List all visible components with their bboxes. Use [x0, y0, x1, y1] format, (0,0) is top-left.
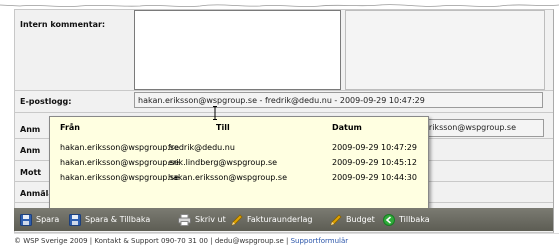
- save-and-back-label: Spara & Tillbaka: [85, 215, 151, 224]
- print-button[interactable]: Skriv ut: [178, 213, 226, 226]
- tooltip-row-date: 2009-09-29 10:44:30: [332, 173, 417, 182]
- tooltip-row-to: hakan.eriksson@wspgroup.se: [168, 173, 288, 182]
- print-label: Skriv ut: [195, 215, 226, 224]
- intern-comment-label: Intern kommentar:: [20, 20, 106, 29]
- side-panel-box: [345, 10, 545, 90]
- epost-log-field[interactable]: hakan.eriksson@wspgroup.se - fredrik@ded…: [134, 92, 543, 108]
- divider: [14, 112, 553, 113]
- footer-text: © WSP Sverige 2009 | Kontakt & Support 0…: [14, 237, 291, 245]
- printer-icon: [178, 213, 191, 226]
- action-toolbar: Spara Spara & Tillbaka Skriv ut Fakturau…: [14, 208, 553, 231]
- pencil-icon: [231, 213, 243, 226]
- back-arrow-icon: [383, 213, 395, 226]
- tooltip-header-date: Datum: [332, 123, 362, 132]
- save-label: Spara: [36, 215, 60, 224]
- tooltip-row-from: hakan.eriksson@wspgroup.se: [60, 158, 180, 167]
- anm-label-1: Anm: [20, 125, 41, 134]
- page-footer: © WSP Sverige 2009 | Kontakt & Support 0…: [14, 233, 559, 248]
- save-and-back-button[interactable]: Spara & Tillbaka: [69, 213, 150, 226]
- anm-label-2: Anm: [20, 146, 41, 155]
- mott-label: Mott: [20, 168, 42, 177]
- tooltip-row-to: erik.lindberg@wspgroup.se: [168, 158, 278, 167]
- tooltip-row-to: fredrik@dedu.nu: [168, 143, 235, 152]
- tooltip-header-from: Från: [60, 123, 80, 132]
- text-cursor-icon: [213, 106, 217, 120]
- budget-button[interactable]: Budget: [330, 213, 375, 226]
- tooltip-row-date: 2009-09-29 10:47:29: [332, 143, 417, 152]
- tooltip-row-from: hakan.eriksson@wspgroup.se: [60, 143, 180, 152]
- pencil-icon: [330, 213, 342, 226]
- email-log-tooltip: Från Till Datum hakan.eriksson@wspgroup.…: [49, 116, 429, 212]
- tooltip-header-to: Till: [216, 123, 230, 132]
- floppy-disk-icon: [20, 213, 32, 226]
- invoice-basis-label: Fakturaunderlag: [247, 215, 313, 224]
- tooltip-row-from: hakan.eriksson@wspgroup.se: [60, 173, 180, 182]
- back-button[interactable]: Tillbaka: [383, 213, 430, 226]
- floppy-disk-icon: [69, 213, 81, 226]
- support-form-link[interactable]: Supportformulär: [291, 237, 349, 245]
- divider: [14, 90, 553, 91]
- invoice-basis-button[interactable]: Fakturaunderlag: [231, 213, 312, 226]
- intern-comment-textarea[interactable]: [134, 10, 341, 90]
- reporter-email-field[interactable]: eriksson@wspgroup.se: [424, 119, 544, 137]
- save-button[interactable]: Spara: [20, 213, 59, 226]
- budget-label: Budget: [346, 215, 375, 224]
- tooltip-row-date: 2009-09-29 10:45:12: [332, 158, 417, 167]
- epost-log-label: E-postlogg:: [20, 97, 72, 106]
- back-label: Tillbaka: [399, 215, 430, 224]
